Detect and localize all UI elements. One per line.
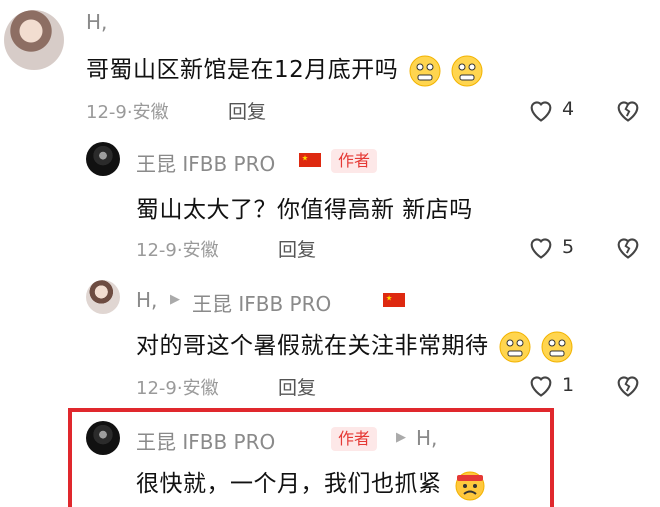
avatar[interactable] xyxy=(4,10,64,70)
author-badge: 作者 xyxy=(331,427,378,451)
grimace-emoji-icon xyxy=(499,331,531,362)
headband-emoji-icon xyxy=(455,471,485,500)
like-count: 4 xyxy=(562,98,575,120)
broken-heart-icon[interactable] xyxy=(614,96,642,124)
grimace-emoji-icon xyxy=(541,331,573,362)
like-count: 5 xyxy=(562,236,575,258)
comment-date: 12-9·安徽 xyxy=(136,240,219,261)
avatar[interactable] xyxy=(86,142,120,176)
comment-body: 哥蜀山区新馆是在12月底开吗 xyxy=(86,57,399,83)
like-count: 1 xyxy=(562,374,575,396)
grimace-emoji-icon xyxy=(409,55,441,86)
reply-button[interactable]: 回复 xyxy=(278,373,316,400)
heart-outline-icon[interactable] xyxy=(527,371,555,399)
commenter-name[interactable]: H, xyxy=(86,10,107,34)
comment-body: 很快就，一个月，我们也抓紧 xyxy=(136,471,442,497)
china-flag-icon xyxy=(299,153,321,167)
comment-text: 蜀山太大了？你值得高新 新店吗 xyxy=(136,197,473,223)
commenter-name[interactable]: 王昆 IFBB PRO xyxy=(136,148,275,177)
comment-date: 12-9·安徽 xyxy=(136,378,219,399)
reply-arrow-icon: ▶ xyxy=(396,430,406,445)
heart-outline-icon[interactable] xyxy=(527,233,555,261)
comment-text: 对的哥这个暑假就在关注非常期待 xyxy=(136,326,574,364)
china-flag-icon xyxy=(383,293,406,307)
comment-date: 12-9·安徽 xyxy=(86,102,169,123)
commenter-name[interactable]: 王昆 IFBB PRO xyxy=(136,426,275,455)
avatar[interactable] xyxy=(86,280,120,314)
author-badge: 作者 xyxy=(331,149,378,173)
avatar[interactable] xyxy=(86,421,120,455)
broken-heart-icon[interactable] xyxy=(614,371,642,399)
heart-outline-icon[interactable] xyxy=(527,96,555,124)
reply-arrow-icon: ▶ xyxy=(170,292,180,307)
commenter-name[interactable]: H, xyxy=(136,288,157,312)
reply-to-name[interactable]: H, xyxy=(416,426,437,450)
reply-button[interactable]: 回复 xyxy=(278,235,316,262)
reply-to-name[interactable]: 王昆 IFBB PRO xyxy=(192,288,331,317)
broken-heart-icon[interactable] xyxy=(614,233,642,261)
comment-body: 对的哥这个暑假就在关注非常期待 xyxy=(136,333,489,359)
comment-text: 很快就，一个月，我们也抓紧 xyxy=(136,464,487,502)
grimace-emoji-icon xyxy=(451,55,483,86)
comment-text: 哥蜀山区新馆是在12月底开吗 xyxy=(86,50,484,88)
reply-button[interactable]: 回复 xyxy=(228,97,266,124)
